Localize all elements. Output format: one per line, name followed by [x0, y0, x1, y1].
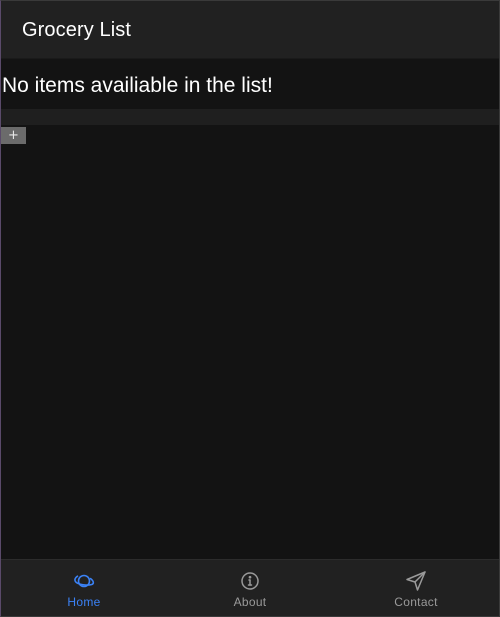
app-header: Grocery List [1, 1, 499, 59]
send-icon [405, 570, 427, 592]
app-window: Grocery List No items availiable in the … [0, 0, 500, 617]
add-item-button[interactable]: + [1, 127, 26, 144]
divider [1, 109, 499, 125]
tab-home-label: Home [67, 595, 101, 609]
info-icon [239, 570, 261, 592]
tab-about-label: About [233, 595, 267, 609]
tab-about[interactable]: About [167, 560, 333, 616]
tab-contact[interactable]: Contact [333, 560, 499, 616]
tab-contact-label: Contact [394, 595, 438, 609]
empty-list-message: No items availiable in the list! [2, 74, 273, 97]
planet-icon [73, 570, 95, 592]
bottom-tab-bar: Home About Contact [1, 559, 499, 616]
tab-home[interactable]: Home [1, 560, 167, 616]
page-title: Grocery List [22, 19, 132, 41]
